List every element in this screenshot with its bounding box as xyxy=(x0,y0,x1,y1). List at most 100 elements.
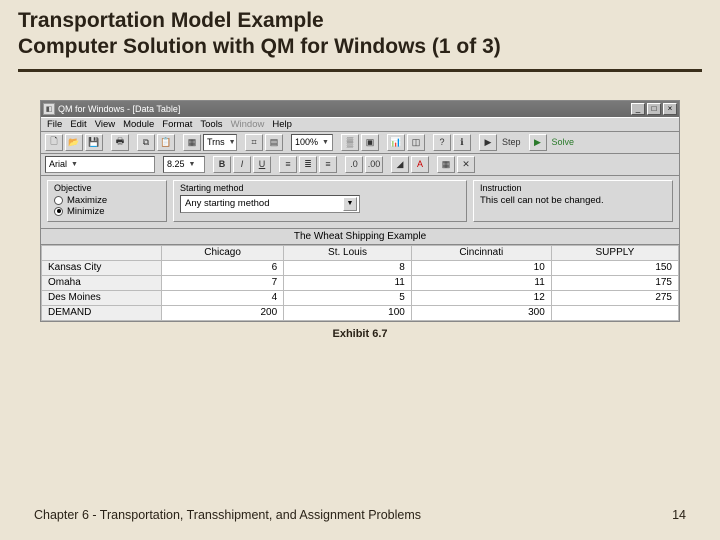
step-play-icon[interactable]: ▶ xyxy=(479,134,497,151)
cell[interactable]: 11 xyxy=(411,275,551,290)
module-icon[interactable]: ▦ xyxy=(183,134,201,151)
data-grid[interactable]: Chicago St. Louis Cincinnati SUPPLY Kans… xyxy=(41,244,679,321)
table-body: Kansas City 6 8 10 150 Omaha 7 11 11 175… xyxy=(42,260,679,320)
clear-icon[interactable]: ✕ xyxy=(457,156,475,173)
help-icon[interactable]: ? xyxy=(433,134,451,151)
objective-panel: Objective Maximize Minimize xyxy=(47,180,167,222)
cell[interactable]: 150 xyxy=(551,260,678,275)
align-left-icon[interactable]: ≡ xyxy=(279,156,297,173)
app-window: ◧ QM for Windows - [Data Table] _ □ × Fi… xyxy=(40,100,680,322)
menu-edit[interactable]: Edit xyxy=(70,119,86,130)
radio-minimize-label: Minimize xyxy=(67,206,104,217)
cell[interactable]: 7 xyxy=(162,275,284,290)
table-row: Des Moines 4 5 12 275 xyxy=(42,290,679,305)
menu-view[interactable]: View xyxy=(95,119,115,130)
starting-method-combo[interactable]: Any starting method ▼ xyxy=(180,195,360,213)
menu-module[interactable]: Module xyxy=(123,119,154,130)
menu-window[interactable]: Window xyxy=(231,119,265,130)
cell[interactable]: 100 xyxy=(284,305,412,320)
starting-method-value: Any starting method xyxy=(185,198,270,209)
font-name-field[interactable]: Arial▼ xyxy=(45,156,155,173)
calc-icon[interactable]: ⌗ xyxy=(245,134,263,151)
slide-footer: Chapter 6 - Transportation, Transshipmen… xyxy=(0,508,720,522)
grid-icon[interactable]: ▒ xyxy=(341,134,359,151)
chart-icon[interactable]: 📊 xyxy=(387,134,405,151)
minimize-button[interactable]: _ xyxy=(631,103,645,115)
close-button[interactable]: × xyxy=(663,103,677,115)
window-title: QM for Windows - [Data Table] xyxy=(58,104,180,114)
row-head[interactable]: Omaha xyxy=(42,275,162,290)
table-icon[interactable]: ▤ xyxy=(265,134,283,151)
font-color-icon[interactable]: A xyxy=(411,156,429,173)
instruction-panel: Instruction This cell can not be changed… xyxy=(473,180,673,222)
toolbar-format: Arial▼ 8.25▼ B I U ≡ ≣ ≡ .0 .00 ◢ A ▦ ✕ xyxy=(41,154,679,176)
objective-title: Objective xyxy=(54,183,160,193)
bold-icon[interactable]: B xyxy=(213,156,231,173)
save-icon[interactable]: 💾 xyxy=(85,134,103,151)
open-icon[interactable]: 📂 xyxy=(65,134,83,151)
table-row: DEMAND 200 100 300 xyxy=(42,305,679,320)
module-field[interactable]: Trns▼ xyxy=(203,134,237,151)
decimal-inc-icon[interactable]: .00 xyxy=(365,156,383,173)
cell[interactable]: 5 xyxy=(284,290,412,305)
copy-icon[interactable]: ⧉ xyxy=(137,134,155,151)
cell[interactable]: 8 xyxy=(284,260,412,275)
print-icon[interactable]: 🖶 xyxy=(111,134,129,151)
cell[interactable]: 175 xyxy=(551,275,678,290)
app-icon: ◧ xyxy=(43,103,55,115)
new-icon[interactable]: 🗋 xyxy=(45,134,63,151)
cell[interactable]: 12 xyxy=(411,290,551,305)
underline-icon[interactable]: U xyxy=(253,156,271,173)
italic-icon[interactable]: I xyxy=(233,156,251,173)
footer-left: Chapter 6 - Transportation, Transshipmen… xyxy=(34,508,421,522)
font-size-field[interactable]: 8.25▼ xyxy=(163,156,205,173)
toolbar-main: 🗋 📂 💾 🖶 ⧉ 📋 ▦ Trns▼ ⌗ ▤ 100%▼ ▒ ▣ 📊 ◫ ? … xyxy=(41,132,679,154)
radio-dot-icon xyxy=(54,196,63,205)
solve-label[interactable]: Solve xyxy=(552,137,575,147)
row-head[interactable]: Des Moines xyxy=(42,290,162,305)
cell[interactable]: 11 xyxy=(284,275,412,290)
sheet-title: The Wheat Shipping Example xyxy=(41,228,679,244)
menubar: File Edit View Module Format Tools Windo… xyxy=(41,117,679,132)
step-label: Step xyxy=(502,137,521,147)
align-center-icon[interactable]: ≣ xyxy=(299,156,317,173)
maximize-button[interactable]: □ xyxy=(647,103,661,115)
borders-icon[interactable]: ▦ xyxy=(437,156,455,173)
menu-format[interactable]: Format xyxy=(162,119,192,130)
menu-tools[interactable]: Tools xyxy=(200,119,222,130)
align-right-icon[interactable]: ≡ xyxy=(319,156,337,173)
radio-maximize[interactable]: Maximize xyxy=(54,195,160,206)
data-table: Chicago St. Louis Cincinnati SUPPLY Kans… xyxy=(41,245,679,321)
cell[interactable]: 200 xyxy=(162,305,284,320)
titlebar: ◧ QM for Windows - [Data Table] _ □ × xyxy=(41,101,679,117)
cell[interactable]: 275 xyxy=(551,290,678,305)
info-icon[interactable]: ℹ xyxy=(453,134,471,151)
cell[interactable] xyxy=(551,305,678,320)
decimal-dec-icon[interactable]: .0 xyxy=(345,156,363,173)
col-head-chicago: Chicago xyxy=(162,245,284,260)
solve-play-icon[interactable]: ▶ xyxy=(529,134,547,151)
chevron-down-icon: ▼ xyxy=(343,197,357,211)
col-head-supply: SUPPLY xyxy=(551,245,678,260)
cell[interactable]: 10 xyxy=(411,260,551,275)
full-icon[interactable]: ▣ xyxy=(361,134,379,151)
zoom-field[interactable]: 100%▼ xyxy=(291,134,333,151)
fill-color-icon[interactable]: ◢ xyxy=(391,156,409,173)
row-head[interactable]: Kansas City xyxy=(42,260,162,275)
cell[interactable]: 300 xyxy=(411,305,551,320)
footer-page-number: 14 xyxy=(672,508,686,522)
menu-help[interactable]: Help xyxy=(272,119,292,130)
cell[interactable]: 4 xyxy=(162,290,284,305)
radio-dot-filled-icon xyxy=(54,207,63,216)
exhibit-caption: Exhibit 6.7 xyxy=(0,328,720,340)
cell[interactable]: 6 xyxy=(162,260,284,275)
normal-icon[interactable]: ◫ xyxy=(407,134,425,151)
menu-file[interactable]: File xyxy=(47,119,62,130)
radio-minimize[interactable]: Minimize xyxy=(54,206,160,217)
starting-method-panel: Starting method Any starting method ▼ xyxy=(173,180,467,222)
col-head-blank xyxy=(42,245,162,260)
row-head[interactable]: DEMAND xyxy=(42,305,162,320)
slide-title-line1: Transportation Model Example xyxy=(18,8,702,34)
paste-icon[interactable]: 📋 xyxy=(157,134,175,151)
starting-method-title: Starting method xyxy=(180,183,460,193)
